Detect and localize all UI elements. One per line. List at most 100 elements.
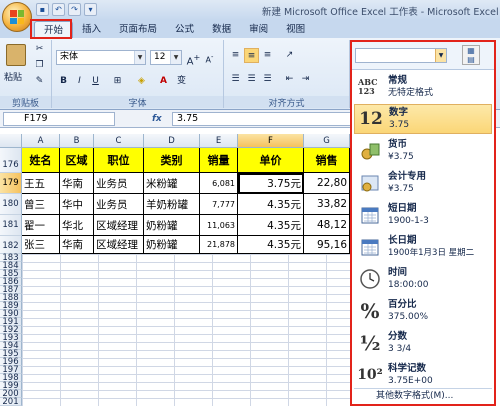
underline-icon[interactable]: U [88, 74, 103, 89]
table-header-cell[interactable]: 区域 [60, 148, 94, 173]
table-cell[interactable]: 华南 [60, 236, 94, 254]
phonetic-icon[interactable]: 变 [174, 74, 189, 89]
table-cell[interactable]: 11,063 [200, 215, 238, 236]
format-item-accounting[interactable]: 会计专用 ¥3.75 [354, 168, 492, 198]
table-cell[interactable]: 华中 [60, 194, 94, 215]
format-item-short-date[interactable]: 短日期 1900-1-3 [354, 200, 492, 230]
align-top-icon[interactable]: ≡ [228, 48, 243, 63]
table-header-cell[interactable]: 职位 [94, 148, 144, 173]
empty-grid[interactable] [22, 254, 350, 406]
row-header[interactable]: 176 [0, 148, 22, 173]
row-header[interactable]: 179 [0, 173, 22, 194]
orientation-icon[interactable]: ↗ [282, 48, 297, 63]
tab-page-layout[interactable]: 页面布局 [110, 21, 166, 38]
format-item-number[interactable]: 12 数字 3.75 [354, 104, 492, 134]
table-cell[interactable]: 22,80 [304, 173, 350, 194]
format-item-fraction[interactable]: ½ 分数 3 3/4 [354, 328, 492, 358]
table-cell[interactable]: 7,777 [200, 194, 238, 215]
more-number-formats-link[interactable]: 其他数字格式(M)... [354, 388, 492, 402]
italic-icon[interactable]: I [72, 74, 87, 89]
format-item-general[interactable]: ABC 123 常规 无特定格式 [354, 72, 492, 102]
format-item-time[interactable]: 时间 18:00:00 [354, 264, 492, 294]
table-cell[interactable]: 奶粉罐 [144, 215, 200, 236]
column-header-b[interactable]: B [60, 134, 94, 148]
tab-formulas[interactable]: 公式 [166, 21, 203, 38]
table-cell[interactable]: 曾三 [22, 194, 60, 215]
row-header[interactable]: 201 [0, 398, 22, 406]
table-cell[interactable]: 翟一 [22, 215, 60, 236]
copy-icon[interactable]: ❐ [32, 58, 47, 73]
undo-icon[interactable]: ↶ [52, 3, 65, 16]
font-name-combo[interactable]: 宋体 ▼ [56, 50, 146, 65]
align-bottom-icon[interactable]: ≡ [260, 48, 275, 63]
format-item-currency[interactable]: 货币 ¥3.75 [354, 136, 492, 166]
grow-font-icon[interactable]: A+ [186, 50, 201, 67]
active-cell[interactable]: 3.75元 [238, 173, 304, 194]
table-cell[interactable]: 33,82 [304, 194, 350, 215]
table-cell[interactable]: 区域经理 [94, 215, 144, 236]
tab-review[interactable]: 审阅 [240, 21, 277, 38]
table-cell[interactable]: 4.35元 [238, 194, 304, 215]
save-icon[interactable]: ▪ [36, 3, 49, 16]
table-cell[interactable]: 奶粉罐 [144, 236, 200, 254]
name-box[interactable]: F179 [3, 112, 115, 126]
cut-icon[interactable]: ✂ [32, 42, 47, 57]
align-left-icon[interactable]: ☰ [228, 72, 243, 87]
decrease-indent-icon[interactable]: ⇤ [282, 72, 297, 87]
row-header[interactable]: 181 [0, 215, 22, 236]
align-middle-icon[interactable]: ≡ [244, 48, 259, 63]
table-header-cell[interactable]: 姓名 [22, 148, 60, 173]
column-header-a[interactable]: A [22, 134, 60, 148]
table-header-cell[interactable]: 销售 [304, 148, 350, 173]
table-cell[interactable]: 王五 [22, 173, 60, 194]
office-button[interactable] [2, 2, 32, 32]
customize-icon[interactable]: ▾ [84, 3, 97, 16]
table-cell[interactable]: 华北 [60, 215, 94, 236]
align-right-icon[interactable]: ☰ [260, 72, 275, 87]
tab-view[interactable]: 视图 [277, 21, 314, 38]
format-item-percentage[interactable]: % 百分比 375.00% [354, 296, 492, 326]
tab-data[interactable]: 数据 [203, 21, 240, 38]
format-painter-icon[interactable]: ✎ [32, 74, 47, 89]
table-cell[interactable]: 95,16 [304, 236, 350, 254]
table-cell[interactable]: 羊奶粉罐 [144, 194, 200, 215]
column-header-c[interactable]: C [94, 134, 144, 148]
borders-icon[interactable]: ⊞ [110, 74, 125, 89]
fill-color-icon[interactable]: ◈ [134, 74, 149, 89]
formula-input[interactable]: 3.75 [172, 112, 352, 126]
number-format-combo[interactable]: ▼ [355, 48, 447, 63]
table-header-cell[interactable]: 类别 [144, 148, 200, 173]
column-header-d[interactable]: D [144, 134, 200, 148]
table-cell[interactable]: 4.35元 [238, 236, 304, 254]
shrink-font-icon[interactable]: A- [202, 50, 217, 65]
align-center-icon[interactable]: ☰ [244, 72, 259, 87]
format-item-scientific[interactable]: 10² 科学记数 3.75E+00 [354, 360, 492, 390]
table-cell[interactable]: 华南 [60, 173, 94, 194]
tab-insert[interactable]: 插入 [73, 21, 110, 38]
font-color-icon[interactable]: A [156, 74, 171, 89]
table-cell[interactable]: 业务员 [94, 194, 144, 215]
format-item-long-date[interactable]: 长日期 1900年1月3日 星期二 [354, 232, 492, 262]
table-cell[interactable]: 21,878 [200, 236, 238, 254]
redo-icon[interactable]: ↷ [68, 3, 81, 16]
column-header-e[interactable]: E [200, 134, 238, 148]
paste-icon[interactable] [6, 44, 26, 66]
table-header-cell[interactable]: 销量 [200, 148, 238, 173]
table-header-cell[interactable]: 单价 [238, 148, 304, 173]
select-all-corner[interactable] [0, 134, 22, 148]
table-cell[interactable]: 6,081 [200, 173, 238, 194]
bold-icon[interactable]: B [56, 74, 71, 89]
column-header-g[interactable]: G [304, 134, 350, 148]
table-cell[interactable]: 区域经理 [94, 236, 144, 254]
table-cell[interactable]: 业务员 [94, 173, 144, 194]
table-cell[interactable]: 4.35元 [238, 215, 304, 236]
insert-function-icon[interactable]: fx [152, 112, 168, 126]
table-cell[interactable]: 米粉罐 [144, 173, 200, 194]
column-header-f[interactable]: F [238, 134, 304, 148]
paste-label[interactable]: 粘贴 [4, 70, 22, 83]
conditional-format-icon[interactable]: ▦ ▤ [462, 45, 480, 65]
table-cell[interactable]: 张三 [22, 236, 60, 254]
table-cell[interactable]: 48,12 [304, 215, 350, 236]
row-header[interactable]: 180 [0, 194, 22, 215]
increase-indent-icon[interactable]: ⇥ [298, 72, 313, 87]
